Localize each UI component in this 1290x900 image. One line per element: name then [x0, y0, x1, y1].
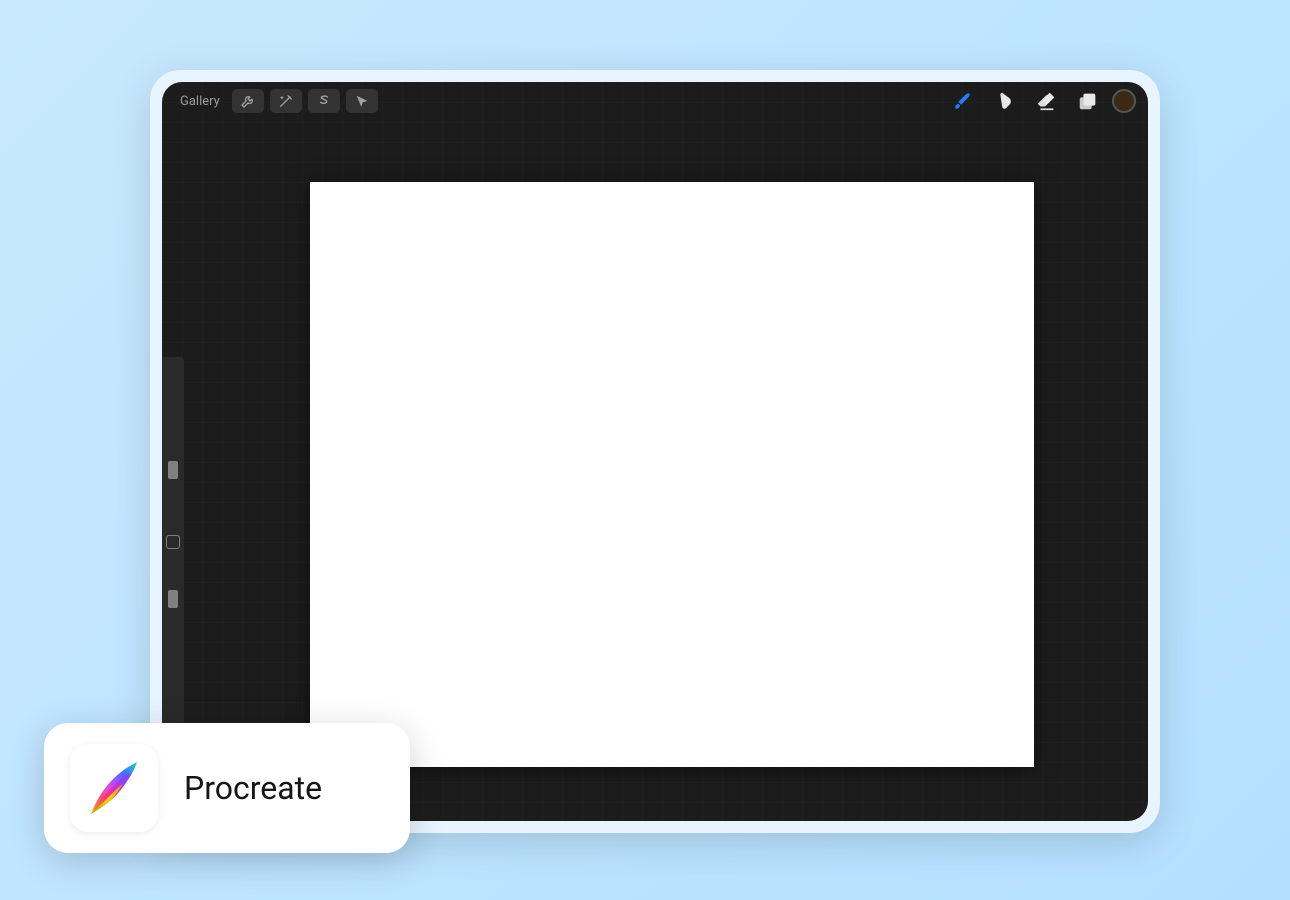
app-badge: Procreate [44, 723, 410, 853]
wrench-icon [240, 93, 256, 109]
layers-icon [1077, 90, 1099, 112]
toolbar-right-group [944, 87, 1136, 115]
selection-s-icon [316, 93, 332, 109]
brush-tool-button[interactable] [944, 87, 980, 115]
gallery-button[interactable]: Gallery [174, 90, 226, 113]
smudge-tool-button[interactable] [986, 87, 1022, 115]
brush-icon [951, 90, 973, 112]
brush-opacity-thumb[interactable] [168, 590, 178, 608]
layers-button[interactable] [1070, 87, 1106, 115]
transform-button[interactable] [346, 89, 378, 113]
selection-button[interactable] [308, 89, 340, 113]
eraser-tool-button[interactable] [1028, 87, 1064, 115]
brush-size-slider[interactable] [171, 363, 175, 527]
toolbar-left-group: Gallery [174, 89, 378, 113]
modify-button[interactable] [166, 535, 180, 549]
tablet-frame: Gallery [150, 70, 1160, 833]
adjustments-button[interactable] [270, 89, 302, 113]
top-toolbar: Gallery [162, 82, 1148, 120]
procreate-app-window: Gallery [162, 82, 1148, 821]
procreate-app-icon [70, 744, 158, 832]
left-sidebar [162, 357, 184, 727]
brush-opacity-slider[interactable] [171, 557, 175, 721]
canvas[interactable] [310, 182, 1034, 767]
color-picker-button[interactable] [1112, 89, 1136, 113]
smudge-icon [993, 90, 1015, 112]
eraser-icon [1035, 90, 1057, 112]
app-name-label: Procreate [184, 769, 322, 807]
wand-icon [278, 93, 294, 109]
arrow-cursor-icon [354, 93, 370, 109]
actions-button[interactable] [232, 89, 264, 113]
brush-size-thumb[interactable] [168, 461, 178, 479]
